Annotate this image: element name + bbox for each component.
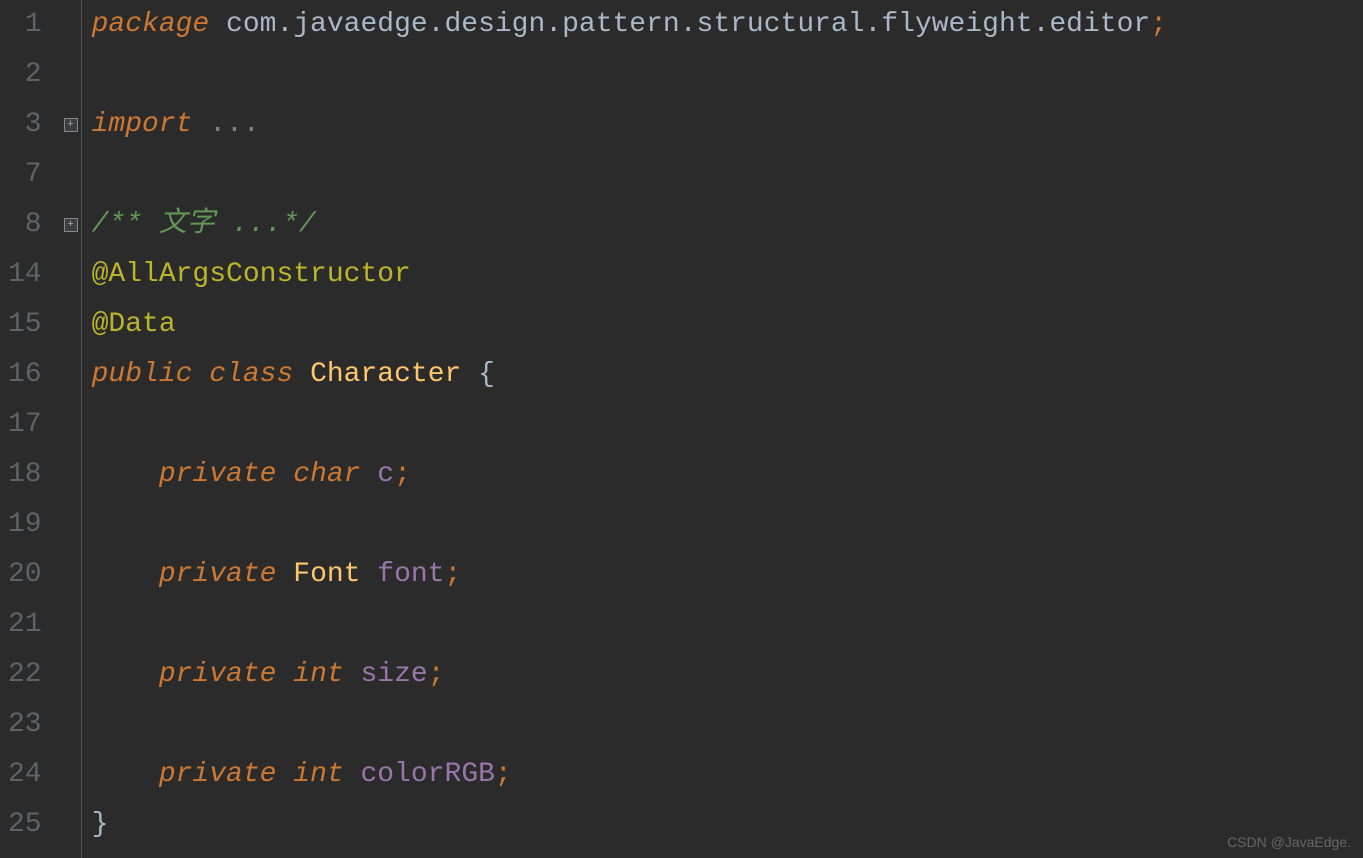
code-line: } xyxy=(92,800,1363,850)
keyword-public: public xyxy=(92,359,193,390)
semicolon: ; xyxy=(428,659,445,690)
type-font: Font xyxy=(293,559,360,590)
annotation: @AllArgsConstructor xyxy=(92,259,411,290)
code-line: private char c; xyxy=(92,450,1363,500)
code-line-empty xyxy=(92,600,1363,650)
code-line: /** 文字 ...*/ xyxy=(92,200,1363,250)
keyword-private: private xyxy=(159,459,277,490)
line-number: 22 xyxy=(8,650,42,700)
fold-column: + + xyxy=(62,0,82,858)
folded-ellipsis[interactable]: ... xyxy=(192,109,259,140)
type-int: int xyxy=(293,659,343,690)
line-number: 1 xyxy=(8,0,42,50)
code-line-empty xyxy=(92,700,1363,750)
keyword-import: import xyxy=(92,109,193,140)
code-line-empty xyxy=(92,150,1363,200)
code-line: private int size; xyxy=(92,650,1363,700)
keyword-class: class xyxy=(209,359,293,390)
annotation: @Data xyxy=(92,309,176,340)
keyword-package: package xyxy=(92,9,210,40)
line-number: 16 xyxy=(8,350,42,400)
watermark: CSDN @JavaEdge. xyxy=(1227,834,1351,850)
field-name: font xyxy=(377,559,444,590)
semicolon: ; xyxy=(495,759,512,790)
line-number: 23 xyxy=(8,700,42,750)
code-editor: 1 2 3 7 8 14 15 16 17 18 19 20 21 22 23 … xyxy=(0,0,1363,858)
line-number: 25 xyxy=(8,800,42,850)
code-line: public class Character { xyxy=(92,350,1363,400)
doc-comment[interactable]: /** 文字 ...*/ xyxy=(92,209,316,240)
line-number: 2 xyxy=(8,50,42,100)
line-number: 3 xyxy=(8,100,42,150)
code-line-empty xyxy=(92,400,1363,450)
line-number: 19 xyxy=(8,500,42,550)
semicolon: ; xyxy=(445,559,462,590)
field-name: colorRGB xyxy=(361,759,495,790)
fold-expand-icon[interactable]: + xyxy=(64,218,78,232)
fold-expand-icon[interactable]: + xyxy=(64,118,78,132)
line-gutter: 1 2 3 7 8 14 15 16 17 18 19 20 21 22 23 … xyxy=(0,0,62,858)
keyword-private: private xyxy=(159,659,277,690)
brace-open: { xyxy=(478,359,495,390)
code-line-empty xyxy=(92,500,1363,550)
line-number: 21 xyxy=(8,600,42,650)
type-char: char xyxy=(293,459,360,490)
class-name: Character xyxy=(310,359,461,390)
package-path: com.javaedge.design.pattern.structural.f… xyxy=(209,9,1150,40)
semicolon: ; xyxy=(1150,9,1167,40)
semicolon: ; xyxy=(394,459,411,490)
code-area[interactable]: package com.javaedge.design.pattern.stru… xyxy=(82,0,1363,858)
keyword-private: private xyxy=(159,559,277,590)
line-number: 15 xyxy=(8,300,42,350)
code-line: private Font font; xyxy=(92,550,1363,600)
code-line: private int colorRGB; xyxy=(92,750,1363,800)
line-number: 14 xyxy=(8,250,42,300)
line-number: 20 xyxy=(8,550,42,600)
line-number: 7 xyxy=(8,150,42,200)
code-line: package com.javaedge.design.pattern.stru… xyxy=(92,0,1363,50)
code-line: @AllArgsConstructor xyxy=(92,250,1363,300)
keyword-private: private xyxy=(159,759,277,790)
field-name: c xyxy=(377,459,394,490)
line-number: 18 xyxy=(8,450,42,500)
brace-close: } xyxy=(92,809,109,840)
line-number: 17 xyxy=(8,400,42,450)
code-line: import ... xyxy=(92,100,1363,150)
line-number: 8 xyxy=(8,200,42,250)
code-line-empty xyxy=(92,50,1363,100)
field-name: size xyxy=(361,659,428,690)
type-int: int xyxy=(293,759,343,790)
code-line: @Data xyxy=(92,300,1363,350)
line-number: 24 xyxy=(8,750,42,800)
